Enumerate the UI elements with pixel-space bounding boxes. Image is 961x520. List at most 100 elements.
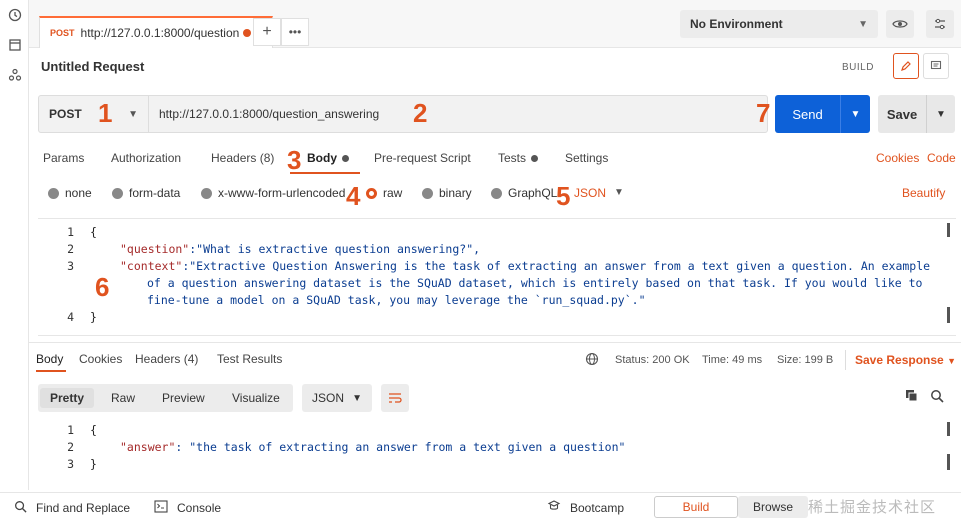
save-options-chevron-icon[interactable]: ▼ — [927, 109, 955, 120]
resp-tab-cookies[interactable]: Cookies — [79, 352, 122, 366]
send-options-chevron-icon[interactable]: ▼ — [841, 109, 870, 120]
build-mode-button[interactable]: Build — [654, 496, 738, 518]
annotation-2: 2 — [413, 98, 428, 128]
tab-prerequest[interactable]: Pre-request Script — [374, 151, 471, 165]
editor-scrollbar-bottom[interactable] — [947, 307, 950, 323]
radio-circle-icon — [201, 187, 212, 199]
line-number: 1 — [67, 423, 74, 437]
resp-body-underline — [36, 370, 66, 372]
response-format-select[interactable]: JSON ▼ — [302, 384, 372, 412]
annotation-6: 6 — [95, 272, 110, 302]
unsaved-dot-icon — [242, 29, 251, 37]
resp-code-line-1: { — [90, 423, 97, 437]
resp-scrollbar[interactable] — [947, 422, 950, 436]
left-sidebar — [0, 0, 29, 490]
wrap-lines-icon[interactable] — [381, 384, 409, 412]
find-replace-button[interactable]: Find and Replace — [36, 501, 130, 515]
pane-divider[interactable] — [29, 342, 961, 343]
comments-icon[interactable] — [923, 53, 949, 79]
line-number: 4 — [67, 310, 74, 324]
modified-dot-icon — [531, 155, 539, 163]
request-body-editor[interactable]: 1 2 3 4 { "question":"What is extractive… — [38, 218, 956, 336]
bootcamp-icon[interactable] — [547, 500, 561, 516]
response-time: Time: 49 ms — [702, 354, 763, 366]
collections-icon[interactable] — [0, 30, 29, 60]
response-body-editor[interactable]: 1 2 3 { "answer": "the task of extractin… — [38, 420, 956, 474]
edit-pencil-icon[interactable] — [893, 53, 919, 79]
radio-circle-icon — [422, 187, 433, 199]
globe-icon[interactable] — [585, 352, 599, 369]
resp-tab-body[interactable]: Body — [36, 352, 63, 366]
eye-icon[interactable] — [886, 10, 914, 38]
radio-form-data[interactable]: form-data — [112, 186, 180, 200]
history-icon[interactable] — [0, 0, 29, 30]
save-button[interactable]: Save ▼ — [878, 95, 955, 133]
beautify-link[interactable]: Beautify — [902, 186, 945, 200]
tab-params[interactable]: Params — [43, 151, 84, 165]
chevron-down-icon: ▼ — [858, 18, 868, 30]
console-icon[interactable] — [154, 500, 168, 516]
url-bar: POST ▼ http://127.0.0.1:8000/question_an… — [38, 95, 768, 133]
view-visualize[interactable]: Visualize — [222, 388, 290, 408]
more-tabs-icon[interactable]: ••• — [281, 18, 309, 46]
environment-label: No Environment — [690, 17, 783, 31]
browse-mode-button[interactable]: Browse — [738, 496, 808, 518]
resp-scrollbar-bottom[interactable] — [947, 454, 950, 470]
request-title[interactable]: Untitled Request — [41, 59, 144, 74]
modified-dot-icon — [342, 155, 349, 163]
annotation-4: 4 — [346, 181, 361, 211]
cookies-link[interactable]: Cookies — [876, 151, 919, 165]
code-line-3-wrap-1: of a question answering dataset is the S… — [147, 276, 923, 290]
environment-select[interactable]: No Environment ▼ — [680, 10, 878, 38]
new-tab-button[interactable]: + — [253, 18, 281, 46]
radio-none[interactable]: none — [48, 186, 92, 200]
watermark: 稀土掘金技术社区 — [808, 499, 937, 516]
search-icon[interactable] — [14, 500, 27, 516]
method-select[interactable]: POST ▼ — [39, 96, 149, 132]
request-tab[interactable]: POST http://127.0.0.1:8000/question... — [39, 16, 273, 48]
radio-binary[interactable]: binary — [422, 186, 472, 200]
url-input[interactable]: http://127.0.0.1:8000/question_answering — [159, 107, 379, 121]
resp-tab-headers[interactable]: Headers (4) — [135, 352, 198, 366]
resp-tab-tests[interactable]: Test Results — [217, 352, 282, 366]
tab-headers[interactable]: Headers (8) — [211, 151, 274, 165]
bootcamp-button[interactable]: Bootcamp — [570, 501, 624, 515]
radio-raw[interactable]: raw — [366, 186, 402, 200]
tab-body-label: Body — [307, 151, 337, 165]
editor-scrollbar[interactable] — [947, 223, 950, 237]
radio-circle-icon — [48, 187, 59, 199]
response-format-label: JSON — [312, 391, 345, 405]
tab-method: POST — [50, 28, 75, 38]
line-number: 3 — [67, 457, 74, 471]
chevron-down-icon: ▼ — [947, 356, 956, 366]
tab-body[interactable]: Body — [307, 151, 349, 165]
annotation-5: 5 — [556, 181, 571, 211]
search-icon[interactable] — [930, 389, 944, 406]
radio-graphql-label: GraphQL — [508, 186, 558, 200]
save-response-button[interactable]: Save Response ▼ — [855, 353, 956, 367]
tab-settings[interactable]: Settings — [565, 151, 608, 165]
radio-urlencoded[interactable]: x-www-form-urlencoded — [201, 186, 345, 200]
body-format-select[interactable]: JSON — [574, 186, 606, 200]
send-label: Send — [792, 106, 823, 122]
copy-icon[interactable] — [905, 389, 918, 405]
view-raw[interactable]: Raw — [101, 388, 145, 408]
code-link[interactable]: Code — [927, 151, 956, 165]
console-button[interactable]: Console — [177, 501, 221, 515]
radio-selected-icon — [366, 187, 377, 199]
code-line-2: "question":"What is extractive question … — [120, 242, 480, 256]
send-button[interactable]: Send ▼ — [775, 95, 870, 133]
chevron-down-icon[interactable]: ▼ — [614, 187, 624, 198]
save-response-label: Save Response — [855, 353, 944, 367]
settings-sliders-icon[interactable] — [926, 10, 954, 38]
radio-graphql[interactable]: GraphQL — [491, 186, 557, 200]
chevron-down-icon: ▼ — [128, 108, 138, 120]
code-line-1: { — [90, 225, 97, 239]
view-preview[interactable]: Preview — [152, 388, 215, 408]
apis-icon[interactable] — [0, 60, 29, 90]
view-pretty[interactable]: Pretty — [40, 388, 95, 408]
tab-authorization[interactable]: Authorization — [111, 151, 181, 165]
code-line-4: } — [90, 310, 97, 324]
response-view-toggle: Pretty Raw Preview Visualize — [38, 384, 293, 412]
tab-tests[interactable]: Tests — [498, 151, 539, 165]
